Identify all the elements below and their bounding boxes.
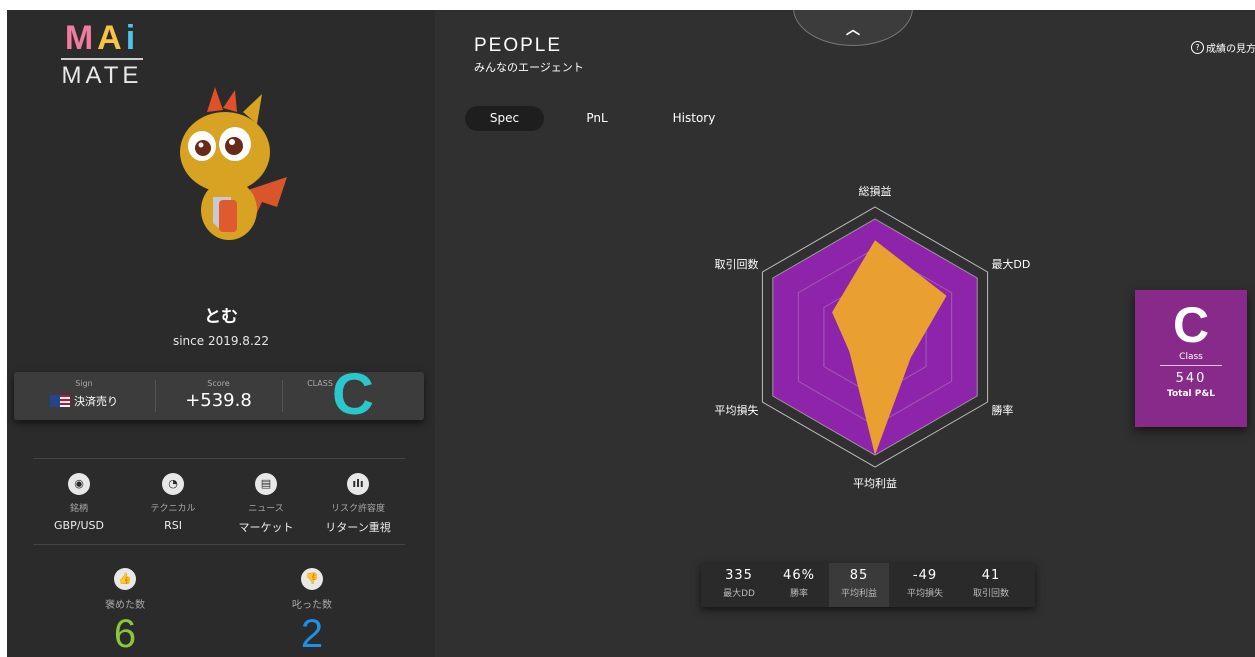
page-title: PEOPLE (474, 35, 563, 56)
spec-radar-chart: 総損益最大DD 勝率平均利益 平均損失 取引回数 (715, 184, 1031, 490)
praised-count: 6 (113, 612, 137, 656)
config-symbol: ◉ 銘柄 GBP/USD (34, 473, 124, 532)
config-risk: ılı リスク許容度 リターン重視 (313, 473, 403, 535)
news-icon: ▤ (255, 473, 277, 495)
score-stat: Score +539.8 (156, 372, 281, 420)
technical-icon: ◔ (162, 473, 184, 495)
tab-history[interactable]: History (664, 106, 724, 131)
scolded-count: 2 (300, 612, 324, 656)
class-card-grade: C (1172, 297, 1210, 353)
config-technical: ◔ テクニカル RSI (128, 473, 218, 532)
radar-axis-label: 総損益 (859, 184, 892, 198)
tab-spec[interactable]: Spec (465, 106, 544, 131)
agent-since-date: since 2019.8.22 (172, 334, 270, 348)
stat-max-dd: 335 最大DD (723, 568, 755, 599)
class-summary-card: C Class 540 Total P&L (1135, 290, 1247, 427)
radar-axis-label: 平均利益 (853, 476, 897, 490)
total-pnl-label: Total P&L (1167, 389, 1215, 399)
logo-mai: MAi (64, 19, 140, 57)
thumbs-up-icon: 👍 (114, 568, 136, 590)
config-news: ▤ ニュース マーケット (221, 473, 311, 535)
sign-value: 決済売り (74, 395, 118, 408)
scolded-count-button[interactable]: 👎 叱った数 2 (237, 568, 387, 655)
logo-mate: MATE (61, 62, 143, 89)
uk-us-flag-icon (50, 395, 70, 407)
class-grade: C (332, 362, 374, 427)
page-subtitle: みんなのエージェント (474, 61, 584, 74)
thumbs-down-icon: 👎 (301, 568, 323, 590)
stat-trade-count: 41 取引回数 (972, 568, 1009, 599)
agent-name: とむ (204, 307, 238, 327)
risk-chart-icon: ılı (347, 473, 369, 495)
radar-axis-label: 取引回数 (715, 257, 759, 271)
class-card-label: Class (1179, 352, 1203, 362)
stat-avg-loss: -49 平均損失 (906, 568, 943, 599)
chevron-up-icon: ︿ (846, 22, 860, 38)
praised-label: 褒めた数 (105, 600, 145, 611)
radar-axis-label: 勝率 (991, 403, 1013, 417)
tab-pnl[interactable]: PnL (570, 106, 624, 131)
globe-icon: ◉ (68, 473, 90, 495)
radar-axis-label: 最大DD (991, 257, 1030, 271)
total-pnl-value: 540 (1175, 371, 1207, 386)
agent-profile-panel: MAi MATE とむ since 2019.8.22 Sign 決済売り Sc… (7, 10, 435, 657)
collapse-toggle-button[interactable]: ︿ (793, 10, 913, 46)
sign-label: Sign (75, 379, 93, 388)
sign-stat: Sign 決済売り (14, 372, 154, 420)
maimate-logo: MAi MATE (57, 20, 147, 89)
scolded-label: 叱った数 (292, 600, 332, 611)
results-guide-link[interactable]: ? 成績の見方 (1191, 40, 1255, 55)
help-icon: ? (1191, 41, 1204, 54)
people-panel: ︿ PEOPLE みんなのエージェント ? 成績の見方 Spec PnL His… (435, 10, 1255, 657)
score-value: +539.8 (185, 390, 252, 411)
praised-count-button[interactable]: 👍 褒めた数 6 (50, 568, 200, 655)
stat-win-rate: 46% 勝率 (783, 568, 815, 599)
stat-avg-profit: 85 平均利益 (829, 563, 889, 607)
spec-stats-bar: 335 最大DD 46% 勝率 85 平均利益 -49 平均損失 41 取引回数 (701, 563, 1035, 607)
radar-axis-label: 平均損失 (715, 403, 759, 417)
dragon-mascot-avatar (180, 87, 287, 240)
score-label: Score (207, 379, 230, 388)
results-guide-label: 成績の見方 (1206, 44, 1255, 55)
